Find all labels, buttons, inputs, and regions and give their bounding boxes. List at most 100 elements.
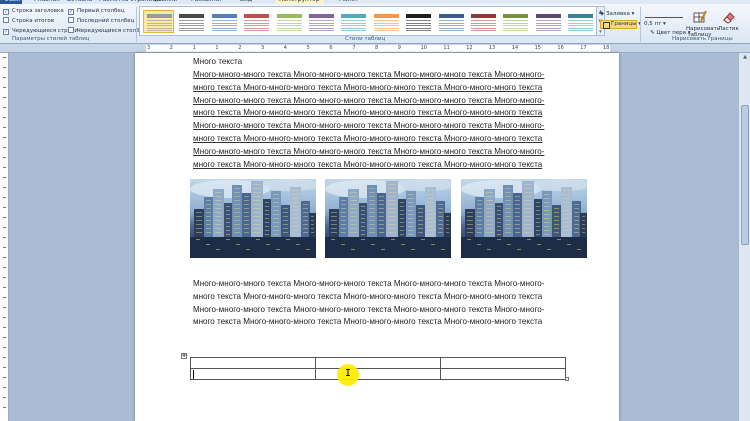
scrollbar-thumb[interactable]	[741, 105, 749, 245]
ruler-tick	[3, 57, 6, 58]
table-style-preview-icon	[244, 14, 270, 32]
ruler-tick	[3, 217, 6, 218]
table-cell[interactable]	[315, 368, 441, 380]
pen-weight-value: 0,5 пт	[644, 21, 662, 27]
ruler-number: 5	[306, 45, 310, 51]
checkbox-checked-icon[interactable]: ✓	[3, 29, 9, 35]
document-page[interactable]: Много текста Много-много-много текста Мн…	[135, 53, 619, 421]
city-photo-2[interactable]	[325, 179, 451, 258]
ruler-tick	[3, 247, 6, 248]
table-style-swatch[interactable]	[402, 10, 433, 33]
ruler-tick	[3, 277, 6, 278]
group-label-draw-borders: Нарисовать границы	[672, 36, 733, 42]
table-cell[interactable]	[440, 357, 566, 369]
table-style-preview-icon	[406, 14, 432, 32]
checkbox-checked-icon[interactable]: ✓	[68, 9, 74, 15]
checkbox-unchecked-icon[interactable]	[3, 17, 9, 23]
document-table[interactable]	[190, 357, 566, 380]
ruler-tick	[3, 357, 6, 358]
scroll-up-icon[interactable]: ▲	[739, 53, 750, 61]
ruler-tick	[3, 77, 6, 78]
city-photo-3[interactable]	[461, 179, 587, 258]
shading-button[interactable]: ◈ Заливка ▾	[600, 11, 634, 17]
ruler-tick	[3, 137, 6, 138]
text-line: Много-много-много текста Много-много-мно…	[193, 95, 545, 105]
ruler-tick	[3, 337, 6, 338]
table-style-swatch[interactable]	[532, 10, 563, 33]
ruler-tick	[3, 157, 6, 158]
paragraph-1[interactable]: Много-много-много текста Много-много-мно…	[193, 69, 569, 171]
table-cell[interactable]	[440, 368, 566, 380]
pencil-table-icon	[693, 10, 707, 23]
table-style-swatch[interactable]	[337, 10, 368, 33]
table-style-swatch[interactable]	[208, 10, 239, 33]
ruler-tick	[3, 367, 6, 368]
table-cell[interactable]	[315, 357, 441, 369]
table-style-swatch[interactable]	[175, 10, 206, 33]
borders-button[interactable]: Границы ▾	[600, 20, 641, 29]
table-style-swatch[interactable]	[467, 10, 498, 33]
text-caret	[193, 370, 194, 379]
ruler-number: 1	[192, 45, 196, 51]
ruler-tick	[3, 287, 6, 288]
horizontal-ruler[interactable]: 3 2 1 1 2 3 4 5 6 7 8 9 10 11 12 13 14 15 16 17 18	[0, 44, 750, 53]
pen-weight-dropdown[interactable]: 0,5 пт ▾	[644, 21, 666, 27]
city-photo-1[interactable]	[190, 179, 316, 258]
table-style-swatch[interactable]	[305, 10, 336, 33]
paragraph-2[interactable]: Много-много-много текста Много-много-мно…	[193, 278, 569, 329]
style-option-0[interactable]: ✓ Строка заголовка	[3, 7, 64, 16]
vertical-scrollbar[interactable]: ▲	[738, 53, 750, 421]
table-style-preview-icon	[211, 14, 237, 32]
text-line: много текста Много-много-много текста Мн…	[193, 82, 543, 92]
vertical-ruler[interactable]	[0, 53, 9, 421]
table-style-swatch[interactable]	[564, 10, 595, 33]
text-line: много текста Много-много-много текста Мн…	[193, 317, 543, 327]
table-style-preview-icon	[276, 14, 302, 32]
table-style-preview-icon	[438, 14, 464, 32]
ruler-number: 3	[261, 45, 265, 51]
skyline-image	[461, 179, 587, 258]
ruler-tick	[3, 177, 6, 178]
table-style-preview-icon	[309, 14, 334, 32]
pen-color-icon: ✎	[650, 30, 655, 36]
style-option-1[interactable]: Строка итогов	[3, 17, 54, 26]
pen-style-dropdown[interactable]	[645, 12, 683, 18]
table-move-handle-icon[interactable]: ✥	[181, 353, 187, 359]
table-cell[interactable]	[190, 357, 316, 369]
table-style-preview-icon	[503, 14, 529, 32]
checkbox-checked-icon[interactable]: ✓	[3, 9, 9, 15]
table-style-preview-icon	[373, 14, 399, 32]
paint-bucket-icon: ◈	[600, 11, 605, 17]
checkbox-unchecked-icon[interactable]	[68, 17, 74, 23]
table-style-swatch[interactable]	[435, 10, 466, 33]
borders-label: Границы	[611, 21, 637, 27]
eraser-label: Ластик	[718, 26, 739, 32]
table-style-swatch[interactable]	[143, 10, 174, 33]
checkbox-unchecked-icon[interactable]	[68, 27, 74, 33]
table-resize-handle[interactable]	[565, 377, 569, 381]
text-line: Много-много-много текста Много-много-мно…	[193, 279, 545, 288]
style-option-3[interactable]: ✓ Первый столбец	[68, 7, 125, 16]
ruler-number: 7	[352, 45, 356, 51]
ruler-tick	[3, 237, 6, 238]
table-style-swatch[interactable]	[240, 10, 271, 33]
table-style-preview-icon	[535, 14, 561, 32]
draw-table-button[interactable]: Нарисовать таблицу	[686, 10, 720, 38]
group-label-table-style-options: Параметры стилей таблиц	[12, 36, 90, 42]
ruler-number: 9	[397, 45, 401, 51]
table-style-swatch[interactable]	[273, 10, 304, 33]
table-style-swatch[interactable]	[370, 10, 401, 33]
ruler-number: 18	[603, 45, 610, 51]
table-cell[interactable]	[190, 368, 316, 380]
style-option-2[interactable]: ✓ Чередующиеся строки	[3, 27, 78, 36]
shading-label: Заливка	[605, 11, 630, 17]
ruler-tick	[3, 267, 6, 268]
group-label-table-styles: Стили таблиц	[345, 36, 386, 42]
ruler-number: 4	[283, 45, 287, 51]
table-style-swatch[interactable]	[499, 10, 530, 33]
text-line: много текста Много-много-много текста Мн…	[193, 291, 543, 301]
ruler-tick	[3, 187, 6, 188]
eraser-button[interactable]: Ластик	[715, 10, 742, 32]
ruler-tick	[3, 117, 6, 118]
style-option-4[interactable]: Последний столбец	[68, 17, 134, 26]
